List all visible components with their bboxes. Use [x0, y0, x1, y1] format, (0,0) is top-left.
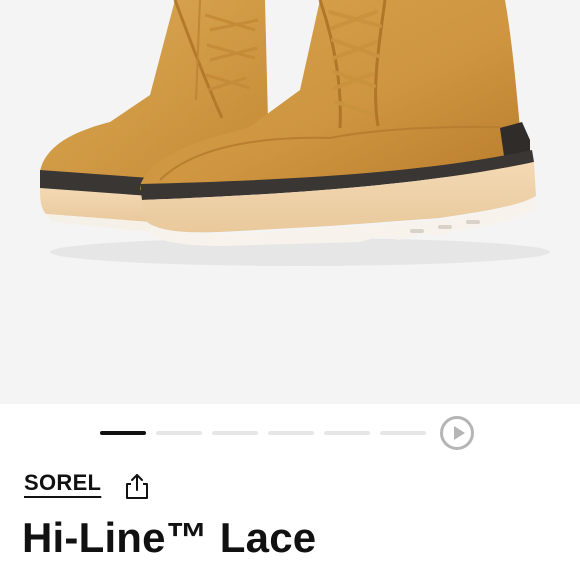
carousel-indicators: [0, 404, 580, 462]
product-title: Hi-Line™ Lace: [22, 514, 317, 561]
share-icon[interactable]: [124, 472, 150, 500]
play-button[interactable]: [440, 416, 474, 450]
product-page: SOREL Hi-Line™ Lace: [0, 0, 580, 580]
carousel-dot-3[interactable]: [212, 431, 258, 435]
carousel-dot-1[interactable]: [100, 431, 146, 435]
play-icon: [454, 426, 465, 440]
carousel-dot-4[interactable]: [268, 431, 314, 435]
carousel-dot-5[interactable]: [324, 431, 370, 435]
product-image[interactable]: [0, 0, 580, 404]
carousel-dot-2[interactable]: [156, 431, 202, 435]
brand-link[interactable]: SOREL: [24, 470, 101, 496]
product-image-gallery[interactable]: [0, 0, 580, 404]
carousel-dot-6[interactable]: [380, 431, 426, 435]
